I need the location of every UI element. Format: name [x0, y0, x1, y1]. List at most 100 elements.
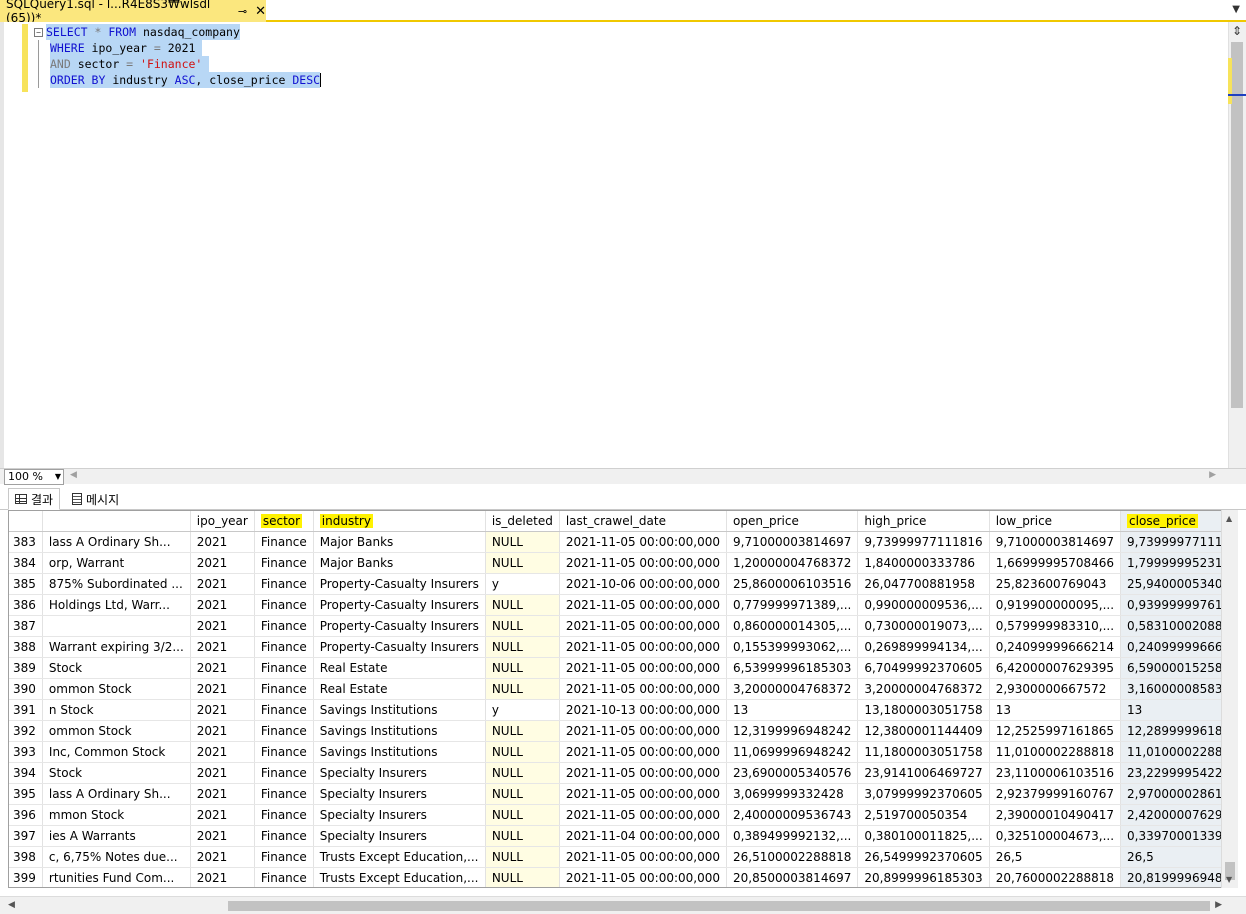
- table-cell[interactable]: 2021-11-05 00:00:00,000: [559, 720, 728, 742]
- table-cell[interactable]: 2021: [190, 720, 255, 742]
- table-cell[interactable]: 26,5: [989, 846, 1122, 868]
- column-header-col0[interactable]: [9, 511, 43, 532]
- table-row[interactable]: 392 ommon Stock 2021 Finance Savings Institu…: [9, 720, 1237, 742]
- row-number[interactable]: 388: [9, 636, 43, 658]
- table-cell[interactable]: Holdings Ltd, Warr...: [42, 594, 191, 616]
- table-cell[interactable]: ommon Stock: [42, 678, 191, 700]
- row-number[interactable]: 399: [9, 867, 43, 887]
- table-cell[interactable]: 9,71000003814697: [726, 531, 859, 553]
- table-cell[interactable]: 2021-10-06 00:00:00,000: [559, 573, 728, 595]
- table-cell[interactable]: 0,860000014305,...: [726, 615, 859, 637]
- table-cell[interactable]: 2021-11-05 00:00:00,000: [559, 867, 728, 887]
- table-row[interactable]: 384 orp, Warrant 2021 Finance Major Banks NUL…: [9, 552, 1237, 574]
- table-cell[interactable]: 0,779999971389,...: [726, 594, 859, 616]
- table-row[interactable]: 383 lass A Ordinary Sh... 2021 Finance Major…: [9, 531, 1237, 553]
- table-cell[interactable]: 0,24099999666214: [989, 636, 1122, 658]
- table-cell[interactable]: orp, Warrant: [42, 552, 191, 574]
- table-cell[interactable]: 2021: [190, 594, 255, 616]
- table-row[interactable]: 390 ommon Stock 2021 Finance Real Estate NULL…: [9, 678, 1237, 700]
- table-cell[interactable]: NULL: [485, 741, 560, 763]
- scroll-left-icon[interactable]: ◀: [8, 900, 15, 910]
- table-row[interactable]: 391 n Stock 2021 Finance Savings Institution…: [9, 699, 1237, 721]
- table-cell[interactable]: 9,71000003814697: [989, 531, 1122, 553]
- row-number[interactable]: 385: [9, 573, 43, 595]
- table-cell[interactable]: 2021: [190, 804, 255, 826]
- table-cell[interactable]: c, 6,75% Notes due...: [42, 846, 191, 868]
- table-cell[interactable]: 2021: [190, 825, 255, 847]
- table-cell[interactable]: 0,380100011825,...: [857, 825, 990, 847]
- table-row[interactable]: 397 ies A Warrants 2021 Finance Specialty In…: [9, 825, 1237, 847]
- table-cell[interactable]: 2021-11-05 00:00:00,000: [559, 783, 728, 805]
- editor-vertical-scrollbar[interactable]: ⇕: [1228, 22, 1246, 468]
- scroll-up-icon[interactable]: ▲: [1226, 514, 1232, 523]
- tab-results[interactable]: 결과: [8, 488, 61, 510]
- table-cell[interactable]: 3,20000004768372: [857, 678, 990, 700]
- table-cell[interactable]: 12,3199996948242: [726, 720, 859, 742]
- table-row[interactable]: 388 Warrant expiring 3/2... 2021 Finance Pro…: [9, 636, 1237, 658]
- table-cell[interactable]: 2,40000009536743: [726, 804, 859, 826]
- table-cell[interactable]: 11,1800003051758: [857, 741, 990, 763]
- table-cell[interactable]: 20,8999996185303: [857, 867, 990, 887]
- table-cell[interactable]: 2,92379999160767: [989, 783, 1122, 805]
- table-cell[interactable]: 26,047700881958: [857, 573, 990, 595]
- table-cell[interactable]: Finance: [254, 699, 314, 721]
- table-cell[interactable]: Finance: [254, 804, 314, 826]
- row-number[interactable]: 391: [9, 699, 43, 721]
- table-cell[interactable]: 2021: [190, 657, 255, 679]
- results-table[interactable]: ipo_year sector industry is_deleted last_cra…: [9, 511, 1237, 887]
- table-cell[interactable]: rtunities Fund Com...: [42, 867, 191, 887]
- table-cell[interactable]: 2021: [190, 762, 255, 784]
- table-cell[interactable]: 2021: [190, 573, 255, 595]
- table-cell[interactable]: Property-Casualty Insurers: [313, 594, 486, 616]
- scroll-down-icon[interactable]: ▼: [1226, 875, 1232, 884]
- table-cell[interactable]: 2,9300000667572: [989, 678, 1122, 700]
- table-cell[interactable]: NULL: [485, 825, 560, 847]
- grid-horizontal-scrollbar[interactable]: ◀ ▶: [0, 896, 1246, 914]
- table-cell[interactable]: 875% Subordinated ...: [42, 573, 191, 595]
- table-cell[interactable]: 1,8400000333786: [857, 552, 990, 574]
- table-cell[interactable]: 2021: [190, 867, 255, 887]
- table-cell[interactable]: n Stock: [42, 699, 191, 721]
- table-cell[interactable]: 0,990000009536,...: [857, 594, 990, 616]
- table-cell[interactable]: Finance: [254, 825, 314, 847]
- table-cell[interactable]: Inc, Common Stock: [42, 741, 191, 763]
- query-editor[interactable]: − SELECT * FROM nasdaq_company WHERE ipo…: [0, 22, 1246, 468]
- table-cell[interactable]: Property-Casualty Insurers: [313, 573, 486, 595]
- scroll-right-icon[interactable]: ▶: [1215, 900, 1222, 910]
- table-cell[interactable]: 20,7600002288818: [989, 867, 1122, 887]
- table-cell[interactable]: 0,919900000095,...: [989, 594, 1122, 616]
- table-cell[interactable]: NULL: [485, 804, 560, 826]
- table-cell[interactable]: lass A Ordinary Sh...: [42, 531, 191, 553]
- table-cell[interactable]: NULL: [485, 636, 560, 658]
- table-cell[interactable]: 2,519700050354: [857, 804, 990, 826]
- table-cell[interactable]: 0,269899994134,...: [857, 636, 990, 658]
- table-row[interactable]: 385 875% Subordinated ... 2021 Finance Prope…: [9, 573, 1237, 595]
- table-cell[interactable]: NULL: [485, 531, 560, 553]
- table-row[interactable]: 395 lass A Ordinary Sh... 2021 Finance Speci…: [9, 783, 1237, 805]
- scroll-right-icon[interactable]: ▶: [1209, 470, 1216, 480]
- row-number[interactable]: 398: [9, 846, 43, 868]
- row-number[interactable]: 390: [9, 678, 43, 700]
- table-cell[interactable]: 2021-11-05 00:00:00,000: [559, 594, 728, 616]
- table-cell[interactable]: 0,325100004673,...: [989, 825, 1122, 847]
- column-header-is-deleted[interactable]: is_deleted: [485, 511, 560, 532]
- table-cell[interactable]: 2021-11-05 00:00:00,000: [559, 804, 728, 826]
- table-row[interactable]: 394 Stock 2021 Finance Specialty Insurers NUL…: [9, 762, 1237, 784]
- table-cell[interactable]: Property-Casualty Insurers: [313, 636, 486, 658]
- column-header-industry[interactable]: industry: [313, 511, 486, 532]
- table-cell[interactable]: Warrant expiring 3/2...: [42, 636, 191, 658]
- row-number[interactable]: 389: [9, 657, 43, 679]
- table-cell[interactable]: 26,5100002288818: [726, 846, 859, 868]
- table-cell[interactable]: 9,73999977111816: [857, 531, 990, 553]
- table-cell[interactable]: 2021-11-05 00:00:00,000: [559, 741, 728, 763]
- zoom-select[interactable]: 100 % ▼: [4, 469, 64, 485]
- row-number[interactable]: 394: [9, 762, 43, 784]
- table-row[interactable]: 398 c, 6,75% Notes due... 2021 Finance Trust…: [9, 846, 1237, 868]
- table-cell[interactable]: 2021-11-05 00:00:00,000: [559, 762, 728, 784]
- row-number[interactable]: 395: [9, 783, 43, 805]
- table-cell[interactable]: NULL: [485, 846, 560, 868]
- table-cell[interactable]: 11,0699996948242: [726, 741, 859, 763]
- table-cell[interactable]: 2021: [190, 783, 255, 805]
- table-cell[interactable]: 1,66999995708466: [989, 552, 1122, 574]
- table-cell[interactable]: ommon Stock: [42, 720, 191, 742]
